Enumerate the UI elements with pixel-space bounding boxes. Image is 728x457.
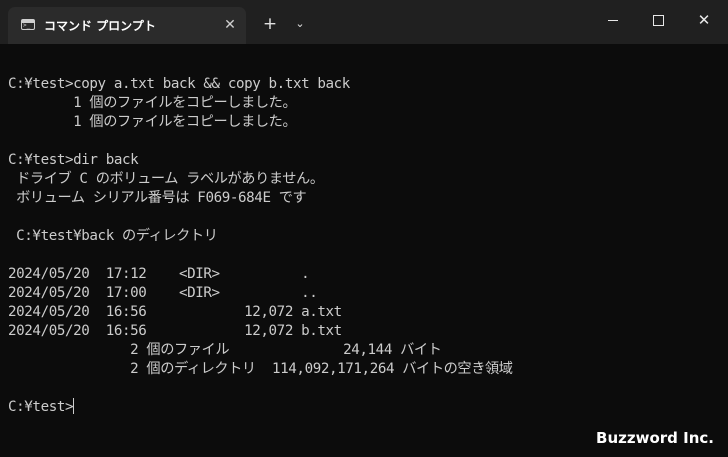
terminal-line: 1 個のファイルをコピーしました。: [8, 95, 297, 111]
terminal-line: C:¥test¥back のディレクトリ: [8, 228, 218, 244]
minimize-button[interactable]: [590, 0, 636, 40]
terminal-line: 2024/05/20 17:00 <DIR> ..: [8, 285, 318, 301]
terminal-line: ボリューム シリアル番号は F069-684E です: [8, 190, 307, 206]
terminal-line: ドライブ C のボリューム ラベルがありません。: [8, 171, 324, 187]
watermark: Buzzword Inc.: [596, 429, 714, 447]
new-tab-button[interactable]: +: [259, 13, 281, 35]
prompt-text: C:¥test>: [8, 399, 74, 415]
terminal-line: 2 個のディレクトリ 114,092,171,264 バイトの空き領域: [8, 361, 513, 377]
maximize-icon: [652, 15, 664, 26]
prompt-line[interactable]: C:¥test>: [8, 398, 720, 417]
command-prompt-icon: [21, 19, 35, 30]
minimize-icon: [608, 20, 618, 21]
tab-command-prompt[interactable]: コマンド プロンプト ✕: [8, 7, 246, 44]
maximize-button[interactable]: [635, 0, 681, 40]
terminal-line: 2024/05/20 16:56 12,072 b.txt: [8, 323, 342, 339]
tab-title: コマンド プロンプト: [44, 19, 156, 33]
terminal-line: C:¥test>dir back: [8, 152, 139, 168]
terminal-line: 2024/05/20 16:56 12,072 a.txt: [8, 304, 342, 320]
terminal-line: 2 個のファイル 24,144 バイト: [8, 342, 442, 358]
chevron-down-icon[interactable]: ⌄: [290, 15, 310, 33]
window-close-button[interactable]: ✕: [681, 0, 727, 40]
title-bar: コマンド プロンプト ✕ + ⌄ ✕: [0, 0, 728, 44]
text-cursor: [73, 398, 75, 414]
close-tab-icon[interactable]: ✕: [220, 15, 240, 35]
terminal-line: C:¥test>copy a.txt back && copy b.txt ba…: [8, 76, 350, 92]
terminal-line: 2024/05/20 17:12 <DIR> .: [8, 266, 310, 282]
terminal-output[interactable]: C:¥test>copy a.txt back && copy b.txt ba…: [8, 56, 720, 441]
terminal-line: 1 個のファイルをコピーしました。: [8, 114, 297, 130]
